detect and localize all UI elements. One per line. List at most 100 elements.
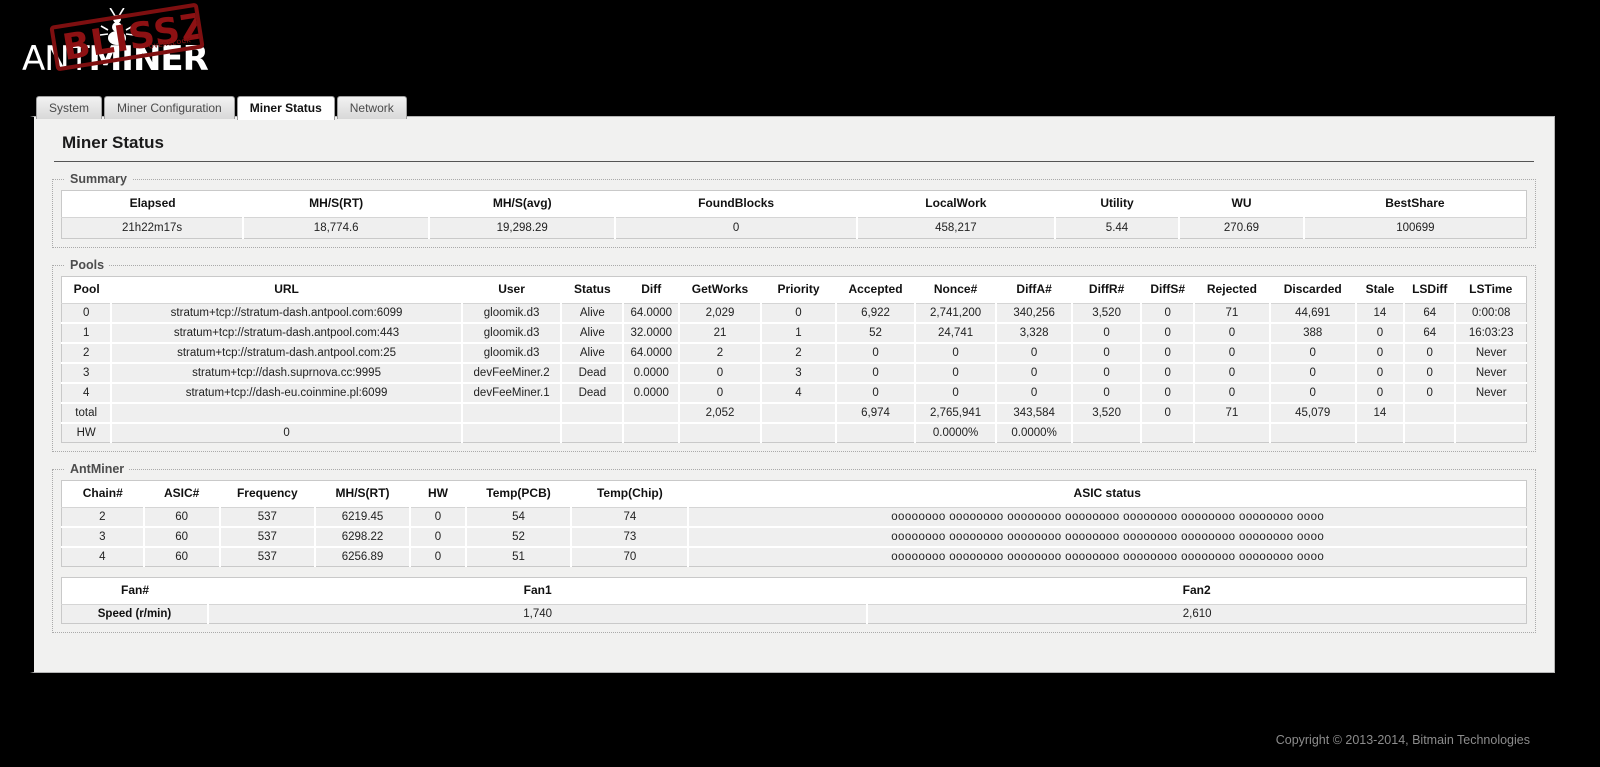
pool-user: gloomik.d3 — [461, 323, 563, 343]
pools-col-priority: Priority — [760, 276, 837, 304]
chain-frequency: 537 — [219, 547, 316, 567]
main-nav-tabs[interactable]: System Miner Configuration Miner Status … — [36, 96, 407, 120]
antminer-section: AntMiner Chain# ASIC# Frequency MH/S(RT)… — [52, 462, 1536, 633]
chain-asic-count: 60 — [143, 527, 221, 547]
pool-stale: 0 — [1355, 363, 1406, 383]
pool-accepted: 52 — [836, 323, 916, 343]
pool-lsdiff: 0 — [1404, 363, 1457, 383]
pool-hw-rejected — [1194, 423, 1271, 443]
pool-total-rejected: 71 — [1194, 403, 1271, 423]
fan2-speed: 2,610 — [867, 604, 1527, 624]
pool-status: Alive — [561, 303, 625, 323]
pool-diff: 64.0000 — [623, 303, 681, 323]
pool-accepted: 0 — [836, 383, 916, 403]
pool-status: Dead — [561, 383, 625, 403]
pool-lsdiff: 64 — [1404, 323, 1457, 343]
pool-hw-diffr — [1071, 423, 1143, 443]
tab-network[interactable]: Network — [336, 96, 407, 119]
pool-discarded: 44,691 — [1269, 303, 1357, 323]
tab-system[interactable]: System — [36, 96, 103, 119]
summary-value-mhs-rt: 18,774.6 — [243, 217, 431, 239]
chain-number: 3 — [61, 527, 145, 547]
pool-stale: 0 — [1355, 383, 1406, 403]
antminer-col-hw: HW — [410, 480, 466, 508]
pool-status: Alive — [561, 343, 625, 363]
antminer-col-temp-pcb: Temp(PCB) — [465, 480, 572, 508]
chain-number: 4 — [61, 547, 145, 567]
pool-lstime: Never — [1455, 383, 1527, 403]
pool-total-getworks: 2,052 — [679, 403, 762, 423]
pools-legend: Pools — [70, 258, 105, 272]
tab-miner-status[interactable]: Miner Status — [236, 96, 335, 120]
pools-col-rejected: Rejected — [1194, 276, 1270, 304]
pool-priority: 0 — [760, 303, 838, 323]
pool-diff: 0.0000 — [623, 363, 681, 383]
pool-hw-diffs — [1141, 423, 1196, 443]
pool-total-diff — [623, 403, 681, 423]
chain-asic-status: oooooooo oooooooo oooooooo oooooooo oooo… — [688, 527, 1527, 547]
pools-total-row: total 2,052 6,974 2,765,941 343,584 3,52… — [61, 403, 1527, 423]
pool-hw-stale — [1355, 423, 1406, 443]
pool-total-lsdiff — [1404, 403, 1457, 423]
summary-value-wu: 270.69 — [1179, 217, 1305, 239]
chain-asic-count: 60 — [143, 507, 221, 527]
pool-hw-label: HW — [61, 423, 113, 443]
summary-legend: Summary — [70, 172, 127, 186]
pool-diffs: 0 — [1141, 323, 1196, 343]
pool-user: gloomik.d3 — [461, 303, 563, 323]
pool-diffr: 3,520 — [1071, 303, 1143, 323]
pool-priority: 4 — [760, 383, 838, 403]
tab-miner-configuration[interactable]: Miner Configuration — [104, 96, 235, 119]
summary-value-mhs-avg: 19,298.29 — [429, 217, 617, 239]
pool-lstime: 16:03:23 — [1455, 323, 1527, 343]
table-row: 0 stratum+tcp://stratum-dash.antpool.com… — [61, 303, 1527, 323]
pool-hw-lstime — [1455, 423, 1527, 443]
pool-discarded: 0 — [1269, 363, 1357, 383]
pool-user: devFeeMiner.2 — [461, 363, 563, 383]
pool-accepted: 0 — [836, 363, 916, 383]
summary-value-utility: 5.44 — [1054, 217, 1181, 239]
pool-priority: 1 — [760, 323, 838, 343]
pool-index: 3 — [61, 363, 113, 383]
pools-table-body: 0 stratum+tcp://stratum-dash.antpool.com… — [61, 303, 1527, 443]
chain-temp-pcb: 52 — [465, 527, 573, 547]
pool-hw-diff — [623, 423, 681, 443]
pools-col-pool: Pool — [61, 276, 112, 304]
pool-diffa: 0 — [996, 363, 1073, 383]
antminer-header-row: Chain# ASIC# Frequency MH/S(RT) HW Temp(… — [61, 480, 1527, 508]
pool-index: 0 — [61, 303, 113, 323]
table-row: 21h22m17s 18,774.6 19,298.29 0 458,217 5… — [61, 217, 1527, 239]
content-panel: Miner Status Summary Elapsed MH/S(RT) MH… — [30, 116, 1555, 673]
pool-url: stratum+tcp://stratum-dash.antpool.com:2… — [111, 343, 463, 363]
fan-col-fan2: Fan2 — [867, 577, 1527, 605]
summary-col-localwork: LocalWork — [856, 190, 1055, 218]
summary-value-foundblocks: 0 — [615, 217, 858, 239]
fan-speed-label: Speed (r/min) — [61, 604, 209, 624]
pool-diffr: 0 — [1071, 343, 1143, 363]
table-row: 4 60 537 6256.89 0 51 70 oooooooo oooooo… — [61, 547, 1527, 567]
pool-total-user — [461, 403, 563, 423]
chain-temp-chip: 74 — [571, 507, 690, 527]
antminer-col-asic-status: ASIC status — [688, 480, 1527, 508]
pool-status: Alive — [561, 323, 625, 343]
page-footer: Copyright © 2013-2014, Bitmain Technolog… — [0, 715, 1600, 767]
pools-col-diffr: DiffR# — [1071, 276, 1142, 304]
fan-header-row: Fan# Fan1 Fan2 — [61, 577, 1527, 605]
pool-user: devFeeMiner.1 — [461, 383, 563, 403]
fan1-speed: 1,740 — [208, 604, 869, 624]
summary-value-bestshare: 100699 — [1303, 217, 1527, 239]
pool-nonce: 24,741 — [914, 323, 998, 343]
antminer-col-asic: ASIC# — [143, 480, 220, 508]
pool-index: 4 — [61, 383, 113, 403]
table-row: Speed (r/min) 1,740 2,610 — [61, 604, 1527, 624]
summary-header-row: Elapsed MH/S(RT) MH/S(avg) FoundBlocks L… — [61, 190, 1527, 218]
chain-asic-count: 60 — [143, 547, 221, 567]
pool-diffr: 0 — [1071, 363, 1143, 383]
pool-rejected: 0 — [1194, 343, 1271, 363]
chain-temp-pcb: 51 — [465, 547, 573, 567]
page-title: Miner Status — [54, 131, 1534, 162]
pool-total-diffr: 3,520 — [1071, 403, 1143, 423]
pool-diff: 0.0000 — [623, 383, 681, 403]
pool-diffs: 0 — [1141, 303, 1196, 323]
pool-lstime: 0:00:08 — [1455, 303, 1527, 323]
